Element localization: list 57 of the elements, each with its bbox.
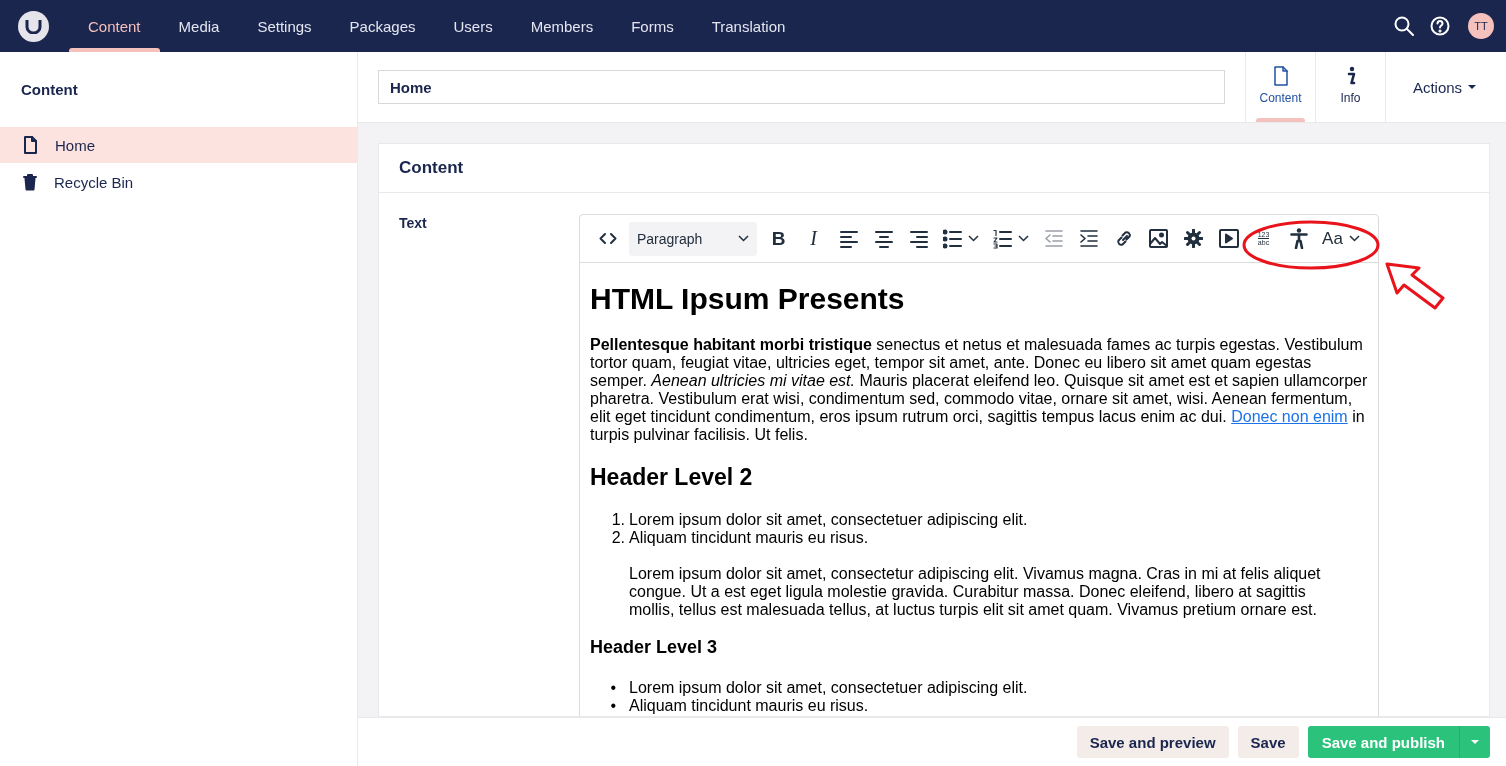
list-item: Lorem ipsum dolor sit amet, consectetuer adipiscing elit. [629, 511, 1028, 529]
arrow-annotation [1385, 262, 1445, 310]
font-button[interactable]: Aa [1316, 221, 1366, 256]
caret-icon [1348, 235, 1360, 242]
caret-icon [1018, 235, 1029, 242]
caret-icon [738, 235, 749, 242]
page-icon [1272, 65, 1289, 86]
bulleted-list-icon[interactable] [943, 228, 962, 249]
help-icon[interactable] [1430, 16, 1450, 36]
tree-title: Content [20, 80, 79, 100]
tree-item[interactable]: Recycle Bin [0, 164, 357, 200]
heading: Header Level 3 [590, 637, 719, 658]
align-center-icon[interactable] [874, 228, 893, 249]
numbered-list-icon[interactable] [993, 228, 1012, 249]
section-tab[interactable]: Users [434, 0, 512, 52]
trash-icon [22, 173, 38, 191]
section-tab[interactable]: Translation [692, 0, 805, 52]
tree-item[interactable]: Home [0, 127, 357, 163]
section-tab[interactable]: Packages [330, 0, 435, 52]
list-item: Aliquam tincidunt mauris eu risus. [629, 529, 869, 547]
section-tab[interactable]: Forms [612, 0, 693, 52]
list-bullet: • [609, 679, 617, 697]
logo-icon[interactable] [18, 10, 49, 42]
page-icon [22, 136, 39, 154]
italic-button[interactable]: I [796, 221, 831, 256]
list-item: Lorem ipsum dolor sit amet, consectetuer adipiscing elit. [629, 679, 1028, 697]
paragraph: Lorem ipsum dolor sit amet, consectetur adipiscing elit. Vivamus magna. Cras in mi at felis aliquet congue. Ut a est eget ligula molestie gravida. Curabitur massa. Donec eleifend, libero at sagittis mollis, tellus est malesuada tellus, at luctus turpis elit sit amet quam. Vivamus pretium ornare est. [629, 565, 1322, 619]
align-right-icon[interactable] [909, 228, 928, 249]
accessibility-icon[interactable] [1289, 228, 1308, 249]
heading: Header Level 2 [590, 464, 754, 491]
section-tab[interactable]: Media [159, 0, 239, 52]
align-left-icon[interactable] [839, 228, 858, 249]
section-tab[interactable]: Members [511, 0, 613, 52]
list-bullet: • [609, 697, 617, 715]
heading: HTML Ipsum Presents [590, 281, 906, 317]
list-item: Aliquam tincidunt mauris eu risus. [629, 697, 869, 715]
play-icon[interactable] [1218, 229, 1239, 248]
bold-button[interactable]: B [761, 221, 796, 256]
text-link[interactable]: Donec non enim [1231, 408, 1348, 425]
caret-icon [968, 235, 979, 242]
save-button[interactable]: Save and preview [1076, 726, 1229, 758]
user-avatar[interactable]: TT [1468, 13, 1494, 39]
link-icon[interactable] [1114, 229, 1133, 248]
search-icon[interactable] [1394, 16, 1414, 36]
list-number: 2. [610, 529, 626, 547]
property-label: Text [399, 214, 428, 233]
section-tab[interactable]: Settings [238, 0, 331, 52]
gear-icon[interactable] [1184, 229, 1203, 248]
paragraph: Pellentesque habitant morbi tristique senectus et netus et malesuada fames ac turpis egestas. Vestibulum tortor quam, feugiat vitae, ultricies eget, tempor sit amet, ante. Donec eu libero sit amet quam egestas semper. Aenean ultricies mi vitae est. Mauris placerat eleifend leo. Quisque sit amet est et sapien ullamcorper pharetra. Vestibulum erat wisi, condimentum sed, commodo vitae, ornare sit amet, wisi. Aenean fermentum, elit eget tincidunt condimentum, eros ipsum rutrum orci, sagittis tempus lacus enim ac dui. Donec non enim in turpis pulvinar facilisis. Ut felis. [590, 336, 1368, 444]
image-icon[interactable] [1149, 229, 1168, 248]
indent-icon[interactable] [1079, 229, 1098, 248]
list-number: 1. [610, 511, 626, 529]
save-button[interactable]: Save [1237, 726, 1299, 758]
format-select[interactable]: Paragraph [629, 221, 757, 256]
name-field[interactable]: Home [378, 70, 1225, 104]
group-title: Content [379, 144, 1489, 193]
section-tab[interactable]: Content [69, 0, 160, 52]
